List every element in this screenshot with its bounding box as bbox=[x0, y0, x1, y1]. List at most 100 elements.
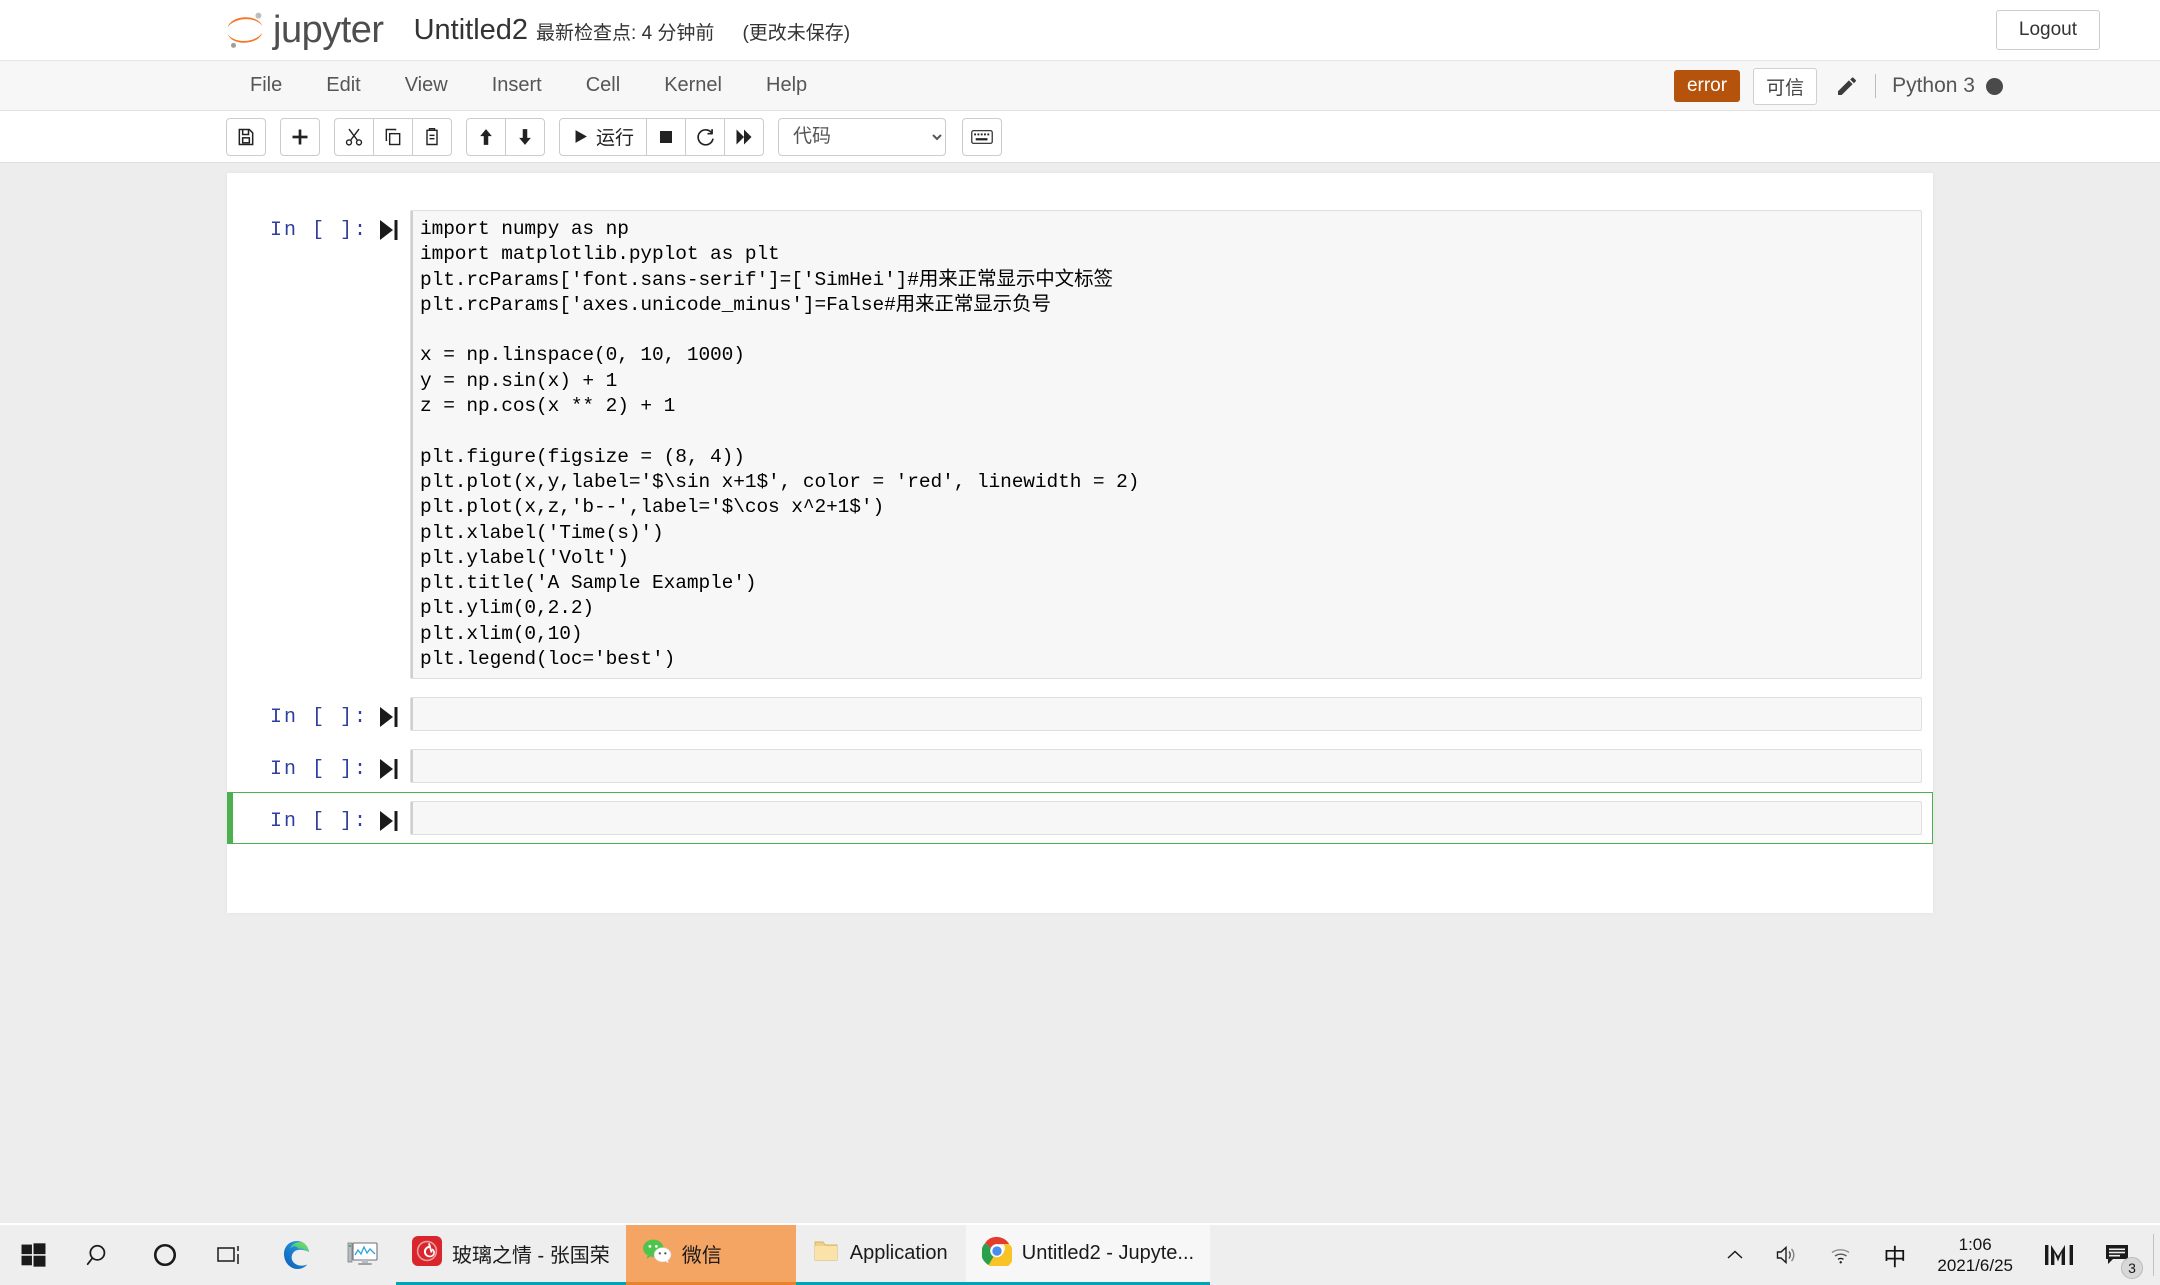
code-source bbox=[420, 808, 1913, 830]
code-input-area[interactable]: import numpy as np import matplotlib.pyp… bbox=[410, 210, 1922, 679]
menu-edit[interactable]: Edit bbox=[304, 62, 382, 109]
interrupt-kernel-button[interactable] bbox=[646, 118, 686, 156]
menu-items: File Edit View Insert Cell Kernel Help bbox=[228, 62, 829, 109]
menu-help[interactable]: Help bbox=[744, 62, 829, 109]
taskbar-label: 微信 bbox=[682, 1239, 722, 1268]
jupyter-logo-icon bbox=[222, 7, 268, 53]
menu-cell[interactable]: Cell bbox=[564, 62, 642, 109]
code-input-area[interactable] bbox=[410, 697, 1922, 731]
error-status-badge[interactable]: error bbox=[1674, 70, 1740, 102]
cell-prompt: In [ ]: bbox=[240, 210, 368, 242]
taskbar-wechat[interactable]: 微信 bbox=[626, 1225, 796, 1285]
run-cell-icon[interactable] bbox=[368, 801, 410, 831]
menu-insert[interactable]: Insert bbox=[470, 62, 564, 109]
system-tray: 中 1:06 2021/6/25 3 bbox=[1710, 1225, 2160, 1285]
run-cell-icon[interactable] bbox=[368, 697, 410, 727]
code-cell[interactable]: In [ ]: import numpy as np import matplo… bbox=[227, 201, 1933, 688]
volume-icon[interactable] bbox=[1760, 1225, 1814, 1285]
move-cell-down-button[interactable] bbox=[505, 118, 545, 156]
notifications-icon[interactable]: 3 bbox=[2089, 1225, 2147, 1285]
code-input-area[interactable] bbox=[410, 801, 1922, 835]
run-cell-button[interactable]: 运行 bbox=[559, 118, 647, 156]
trusted-status-badge[interactable]: 可信 bbox=[1753, 68, 1817, 105]
code-cell[interactable]: In [ ]: bbox=[227, 740, 1933, 792]
task-view-icon[interactable] bbox=[198, 1225, 264, 1285]
wifi-icon[interactable] bbox=[1814, 1225, 1868, 1285]
search-icon[interactable] bbox=[66, 1225, 132, 1285]
cell-prompt: In [ ]: bbox=[240, 697, 368, 729]
notebook-title-group: Untitled2 最新检查点: 4 分钟前 (更改未保存) bbox=[414, 14, 851, 47]
restart-kernel-button[interactable] bbox=[685, 118, 725, 156]
taskbar-chrome-jupyter[interactable]: Untitled2 - Jupyte... bbox=[966, 1225, 1210, 1285]
kernel-divider bbox=[1875, 74, 1876, 98]
copy-button[interactable] bbox=[373, 118, 413, 156]
clock-date: 2021/6/25 bbox=[1937, 1255, 2013, 1276]
taskbar-clock[interactable]: 1:06 2021/6/25 bbox=[1921, 1225, 2029, 1285]
restart-and-run-all-button[interactable] bbox=[724, 118, 764, 156]
netease-music-icon bbox=[412, 1236, 442, 1271]
cortana-icon[interactable] bbox=[132, 1225, 198, 1285]
menu-kernel[interactable]: Kernel bbox=[642, 62, 744, 109]
toolbar-group-shortcuts bbox=[962, 118, 1002, 156]
toolbar-buttons: 运行 代码 bbox=[226, 118, 1016, 156]
code-source bbox=[420, 756, 1913, 778]
toolbar-group-clipboard bbox=[334, 118, 452, 156]
wechat-icon bbox=[642, 1238, 672, 1269]
code-source: import numpy as np import matplotlib.pyp… bbox=[420, 217, 1913, 672]
save-button[interactable] bbox=[226, 118, 266, 156]
code-source bbox=[420, 704, 1913, 726]
code-cell[interactable]: In [ ]: bbox=[227, 688, 1933, 740]
edge-browser-icon[interactable] bbox=[264, 1225, 330, 1285]
notebook-modified-status: (更改未保存) bbox=[742, 18, 850, 45]
toolbar-group-run: 运行 bbox=[559, 118, 764, 156]
menu-view[interactable]: View bbox=[383, 62, 470, 109]
notebook-checkpoint-status: 最新检查点: 4 分钟前 bbox=[536, 18, 714, 45]
pencil-icon[interactable] bbox=[1835, 74, 1859, 98]
ime-label: 中 bbox=[1883, 1238, 1906, 1272]
code-cell-selected[interactable]: In [ ]: bbox=[227, 792, 1933, 844]
windows-taskbar: 玻璃之情 - 张国荣 微信 Application bbox=[0, 1225, 2160, 1285]
notebook-page-background: In [ ]: import numpy as np import matplo… bbox=[0, 163, 2160, 1223]
clock-time: 1:06 bbox=[1959, 1234, 1992, 1255]
taskbar-explorer-application[interactable]: Application bbox=[796, 1225, 966, 1285]
run-button-label: 运行 bbox=[596, 123, 634, 150]
imi-app-icon[interactable] bbox=[2029, 1225, 2089, 1285]
cut-button[interactable] bbox=[334, 118, 374, 156]
show-hidden-icons-chevron-up-icon[interactable] bbox=[1710, 1225, 1760, 1285]
menu-bar: File Edit View Insert Cell Kernel Help e… bbox=[0, 61, 2160, 111]
notification-count-badge: 3 bbox=[2121, 1257, 2143, 1279]
menu-file[interactable]: File bbox=[228, 62, 304, 109]
move-cell-up-button[interactable] bbox=[466, 118, 506, 156]
jupyter-logo-text: jupyter bbox=[273, 9, 384, 52]
notebook-name[interactable]: Untitled2 bbox=[414, 14, 528, 47]
jupyter-logo-link[interactable]: jupyter bbox=[222, 7, 384, 53]
toolbar-group-insert bbox=[280, 118, 320, 156]
cell-prompt: In [ ]: bbox=[240, 801, 368, 833]
jupyter-header: jupyter Untitled2 最新检查点: 4 分钟前 (更改未保存) L… bbox=[0, 0, 2160, 61]
chrome-icon bbox=[982, 1236, 1012, 1271]
kernel-name-label[interactable]: Python 3 bbox=[1892, 74, 1975, 98]
taskbar-label: Application bbox=[850, 1242, 948, 1265]
start-button-icon[interactable] bbox=[0, 1225, 66, 1285]
logout-button[interactable]: Logout bbox=[1996, 10, 2100, 50]
cell-type-select[interactable]: 代码 bbox=[778, 118, 946, 156]
run-cell-icon[interactable] bbox=[368, 749, 410, 779]
keyboard-shortcuts-button[interactable] bbox=[962, 118, 1002, 156]
kernel-status-indicator-icon[interactable] bbox=[1986, 78, 2003, 95]
toolbar-group-save bbox=[226, 118, 266, 156]
insert-cell-below-button[interactable] bbox=[280, 118, 320, 156]
run-cell-icon[interactable] bbox=[368, 210, 410, 240]
folder-icon bbox=[812, 1238, 840, 1269]
performance-monitor-icon[interactable] bbox=[330, 1225, 396, 1285]
code-input-area[interactable] bbox=[410, 749, 1922, 783]
ime-language-indicator[interactable]: 中 bbox=[1868, 1225, 1921, 1285]
kernel-status-group: error 可信 Python 3 bbox=[1674, 61, 2003, 111]
toolbar-group-move bbox=[466, 118, 545, 156]
taskbar-label: Untitled2 - Jupyte... bbox=[1022, 1242, 1194, 1265]
paste-button[interactable] bbox=[412, 118, 452, 156]
notebook-toolbar: 运行 代码 bbox=[0, 111, 2160, 163]
cell-prompt: In [ ]: bbox=[240, 749, 368, 781]
show-desktop-button[interactable] bbox=[2153, 1234, 2154, 1276]
taskbar-label: 玻璃之情 - 张国荣 bbox=[452, 1239, 610, 1268]
taskbar-netease-music[interactable]: 玻璃之情 - 张国荣 bbox=[396, 1225, 626, 1285]
